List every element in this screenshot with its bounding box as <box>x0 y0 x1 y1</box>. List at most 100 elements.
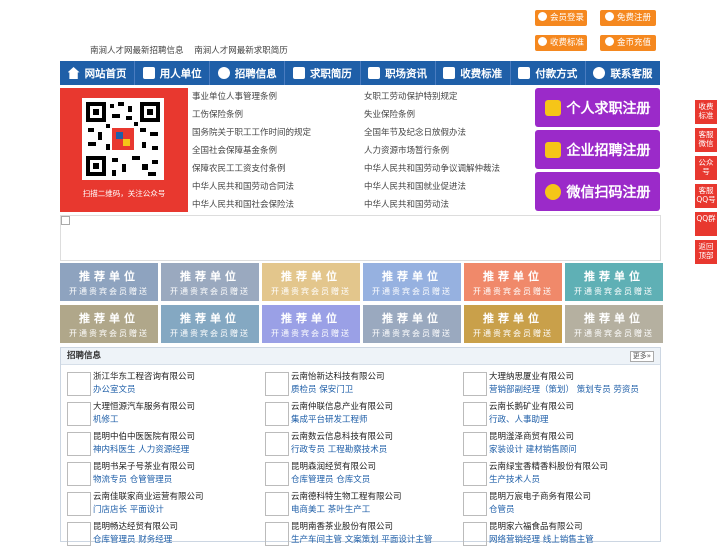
law-link[interactable]: 事业单位人事管理条例 <box>192 90 277 102</box>
job-positions[interactable]: 神内科医生 人力资源经理 <box>93 443 189 455</box>
job-icon <box>217 67 230 79</box>
company-name[interactable]: 昆明中伯中医医院有限公司 <box>93 430 195 442</box>
nav-home[interactable]: 网站首页 <box>60 61 136 85</box>
company-name[interactable]: 云南德科特生物工程有限公司 <box>291 490 402 502</box>
recommended-unit-tile[interactable]: 推荐单位 开通贵宾会员赠送 <box>464 263 562 301</box>
law-link[interactable]: 中华人民共和国劳动合同法 <box>192 180 294 192</box>
qr-code-panel: 扫描二维码，关注公众号 <box>60 88 188 212</box>
more-button[interactable]: 更多» <box>629 351 654 362</box>
recommended-unit-tile[interactable]: 推荐单位 开通贵宾会员赠送 <box>161 305 259 343</box>
side-qq-group[interactable]: QQ群 <box>695 212 717 236</box>
side-official-account[interactable]: 公众号 <box>695 156 717 180</box>
recommended-unit-tile[interactable]: 推荐单位 开通贵宾会员赠送 <box>262 263 360 301</box>
law-link[interactable]: 全国社会保障基金条例 <box>192 144 277 156</box>
nav-payment[interactable]: 付款方式 <box>511 61 586 85</box>
job-positions[interactable]: 营销部副经理（策划） 策划专员 劳资员 <box>489 383 639 395</box>
job-positions[interactable]: 仓管员 <box>489 503 515 515</box>
company-name[interactable]: 云南绿宝香精香料股份有限公司 <box>489 460 608 472</box>
recommended-unit-tile[interactable]: 推荐单位开通贵宾会员赠送 <box>565 305 663 343</box>
tile-title: 推荐单位 <box>382 312 442 325</box>
law-link[interactable]: 中华人民共和国劳动法 <box>364 198 449 210</box>
gold-recharge-button[interactable]: 金币充值 <box>600 35 656 51</box>
company-name[interactable]: 云南长鹅矿业有限公司 <box>489 400 574 412</box>
personal-register-button[interactable]: 个人求职注册 <box>535 88 660 127</box>
company-name[interactable]: 昆明家六福食品有限公司 <box>489 520 583 532</box>
recommended-unit-tile[interactable]: 推荐单位 开通贵宾会员赠送 <box>60 305 158 343</box>
job-positions[interactable]: 门店店长 平面设计 <box>93 503 164 515</box>
job-positions[interactable]: 行政、人事助理 <box>489 413 549 425</box>
free-register-button[interactable]: 免费注册 <box>600 10 656 26</box>
recommended-unit-tile[interactable]: 推荐单位 开通贵宾会员赠送 <box>363 263 461 301</box>
nav-contact[interactable]: 联系客服 <box>586 61 660 85</box>
law-link[interactable]: 国务院关于职工工作时间的规定 <box>192 126 311 138</box>
law-link[interactable]: 中华人民共和国社会保险法 <box>192 198 294 210</box>
nav-resumes[interactable]: 求职简历 <box>285 61 361 85</box>
company-name[interactable]: 昆明滏泽商贸有限公司 <box>489 430 574 442</box>
company-logo-image <box>265 372 289 396</box>
law-link[interactable]: 人力资源市场暂行条例 <box>364 144 449 156</box>
job-positions[interactable]: 集成平台研发工程师 <box>291 413 368 425</box>
recommended-unit-tile[interactable]: 推荐单位 开通贵宾会员赠送 <box>262 305 360 343</box>
job-positions[interactable]: 生产车间主管 文案策划 平面设计主管 <box>291 533 432 545</box>
recommended-unit-tile[interactable]: 推荐单位 开通贵宾会员赠送 <box>161 263 259 301</box>
job-positions[interactable]: 办公室文员 <box>93 383 136 395</box>
law-link[interactable]: 全国年节及纪念日放假办法 <box>364 126 466 138</box>
job-positions[interactable]: 质检员 保安门卫 <box>291 383 353 395</box>
law-link[interactable]: 失业保险条例 <box>364 108 415 120</box>
tile-title: 推荐单位 <box>584 312 644 325</box>
company-name[interactable]: 云南仲联信息产业有限公司 <box>291 400 393 412</box>
nav-jobs[interactable]: 招聘信息 <box>210 61 286 85</box>
company-name[interactable]: 云南数云信息科技有限公司 <box>291 430 393 442</box>
law-link[interactable]: 女职工劳动保护特别规定 <box>364 90 458 102</box>
side-service-qq[interactable]: 客服QQ号 <box>695 184 717 208</box>
recommended-unit-tile[interactable]: 推荐单位 开通贵宾会员赠送 <box>565 263 663 301</box>
job-positions[interactable]: 仓库管理员 仓库文员 <box>291 473 370 485</box>
recommended-unit-tile[interactable]: 推荐单位 开通贵宾会员赠送 <box>363 305 461 343</box>
company-name[interactable]: 昆明南香茶业股份有限公司 <box>291 520 393 532</box>
side-service-wechat[interactable]: 客服微信 <box>695 128 717 152</box>
law-link[interactable]: 保障农民工工资支付条例 <box>192 162 286 174</box>
company-name[interactable]: 云南怡新达科技有限公司 <box>291 370 385 382</box>
tile-subtitle: 开通贵宾会员赠送 <box>170 329 250 338</box>
recommended-unit-tile[interactable]: 推荐单位 开通贵宾会员赠送 <box>464 305 562 343</box>
job-positions[interactable]: 物流专员 仓管管理员 <box>93 473 172 485</box>
law-link[interactable]: 中华人民共和国劳动争议调解仲裁法 <box>364 162 500 174</box>
latest-jobs-link[interactable]: 南涧人才网最新招聘信息 <box>90 46 184 56</box>
job-positions[interactable]: 生产技术人员 <box>489 473 540 485</box>
company-name[interactable]: 昆明书呆子号茶业有限公司 <box>93 460 195 472</box>
job-positions[interactable]: 家装设计 建材销售顾问 <box>489 443 577 455</box>
company-name[interactable]: 大理恒源汽车服务有限公司 <box>93 400 195 412</box>
nav-news[interactable]: 职场资讯 <box>361 61 436 85</box>
company-name[interactable]: 昆明万宸电子商务有限公司 <box>489 490 591 502</box>
job-positions[interactable]: 电商美工 茶叶生产工 <box>291 503 370 515</box>
latest-resumes-link[interactable]: 南涧人才网最新求职简历 <box>194 46 288 56</box>
side-fee-standard[interactable]: 收费标准 <box>695 100 717 124</box>
job-listings: 招聘信息 更多» 浙江华东工程咨询有限公司 办公室文员 大理恒源汽车服务有限公司 机修… <box>60 347 661 546</box>
company-name[interactable]: 昆明畅达经贸有限公司 <box>93 520 178 532</box>
wechat-register-button[interactable]: 微信扫码注册 <box>535 172 660 211</box>
company-name[interactable]: 浙江华东工程咨询有限公司 <box>93 370 195 382</box>
recommended-unit-tile[interactable]: 推荐单位 开通贵宾会员赠送 <box>60 263 158 301</box>
company-name[interactable]: 大理纳思厦业有限公司 <box>489 370 574 382</box>
job-positions[interactable]: 仓库管理员 财务经理 <box>93 533 172 545</box>
side-back-to-top[interactable]: 返回顶部 <box>695 240 717 264</box>
company-logo-image <box>67 402 91 426</box>
tile-subtitle: 开通贵宾会员赠送 <box>574 329 654 338</box>
tile-subtitle: 开通贵宾会员赠送 <box>69 329 149 338</box>
job-positions[interactable]: 网络营销经理 线上销售主管 <box>489 533 594 545</box>
fee-standard-button[interactable]: 收费标准 <box>535 35 587 51</box>
job-positions[interactable]: 机修工 <box>93 413 119 425</box>
company-name[interactable]: 云南佳联家商业运营有限公司 <box>93 490 204 502</box>
law-link[interactable]: 工伤保险条例 <box>192 108 243 120</box>
company-icon <box>544 141 561 158</box>
company-name[interactable]: 昆明森润经贸有限公司 <box>291 460 376 472</box>
nav-employers[interactable]: 用人单位 <box>135 61 211 85</box>
job-positions[interactable]: 行政专员 工程勘察技术员 <box>291 443 387 455</box>
qr-code-image <box>82 98 164 180</box>
tile-subtitle: 开通贵宾会员赠送 <box>473 287 553 296</box>
nav-fees[interactable]: 收费标准 <box>436 61 511 85</box>
company-register-button[interactable]: 企业招聘注册 <box>535 130 660 169</box>
member-login-button[interactable]: 会员登录 <box>535 10 587 26</box>
law-link[interactable]: 中华人民共和国就业促进法 <box>364 180 466 192</box>
tile-title: 推荐单位 <box>382 270 442 283</box>
